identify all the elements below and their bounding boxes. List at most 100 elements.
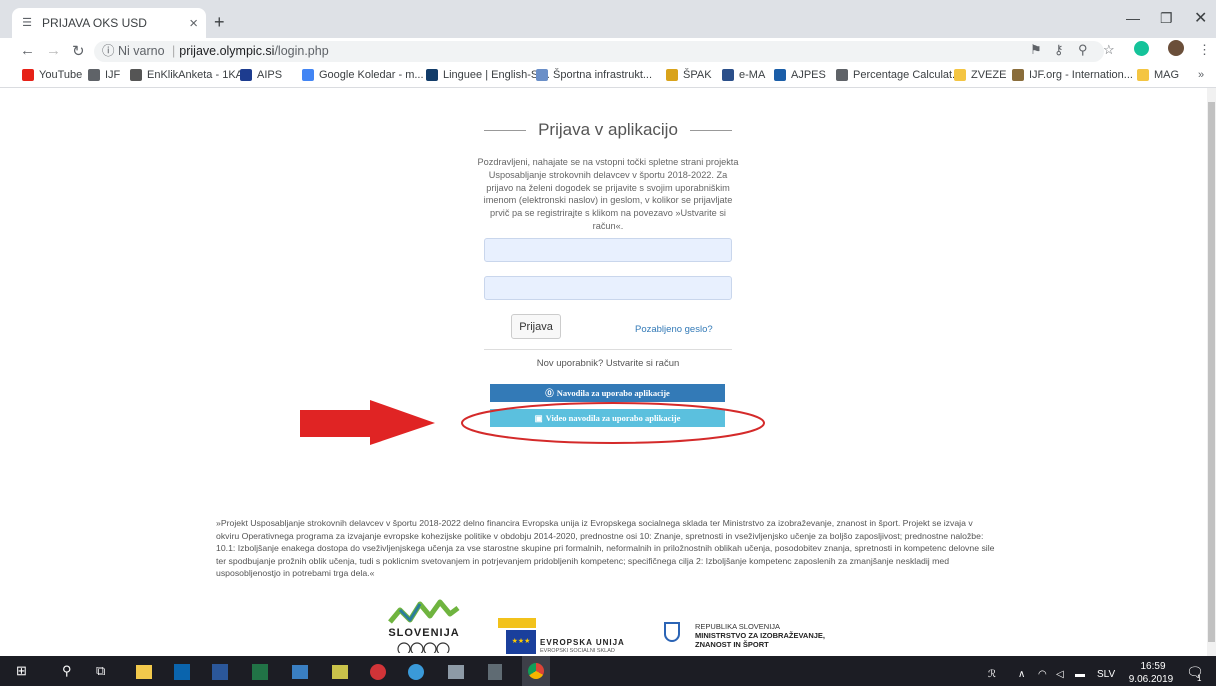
- bookmark-item[interactable]: YouTube: [22, 69, 82, 81]
- search-icon[interactable]: ⚲: [62, 663, 72, 679]
- grammarly-icon[interactable]: [1134, 41, 1149, 56]
- logo-slovenija: SLOVENIJA: [386, 596, 462, 653]
- bookmark-favicon-icon: [774, 69, 786, 81]
- red-arrow-annotation: [300, 400, 435, 445]
- back-icon[interactable]: ←: [20, 42, 35, 59]
- minimize-icon[interactable]: —: [1126, 10, 1140, 26]
- bookmark-item[interactable]: Športna infrastrukt...: [536, 69, 652, 81]
- bookmark-favicon-icon: [954, 69, 966, 81]
- reload-icon[interactable]: ↻: [72, 42, 85, 60]
- bookmark-label: IJF: [105, 69, 121, 81]
- url-path: /login.php: [274, 44, 329, 58]
- bookmark-item[interactable]: IJF: [88, 69, 120, 81]
- chrome-icon: [528, 663, 544, 679]
- bookmark-label: MAG: [1154, 69, 1180, 81]
- register-link[interactable]: Nov uporabnik? Ustvarite si račun: [484, 358, 732, 369]
- chrome-taskbar-button[interactable]: [522, 656, 550, 686]
- translate-icon[interactable]: ⚑: [1030, 42, 1042, 58]
- bookmark-favicon-icon: [836, 69, 848, 81]
- bookmark-item[interactable]: Linguee | English-Sl...: [426, 69, 550, 81]
- email-field[interactable]: [484, 238, 732, 262]
- logo-ministry: REPUBLIKA SLOVENIJA MINISTRSTVO ZA IZOBR…: [662, 620, 862, 656]
- bookmark-item[interactable]: IJF.org - Internation...: [1012, 69, 1133, 81]
- browser-blue-icon[interactable]: [408, 664, 424, 680]
- close-window-icon[interactable]: ✕: [1194, 8, 1207, 28]
- bookmark-item[interactable]: ZVEZE: [954, 69, 1006, 81]
- red-circle-annotation: [461, 402, 765, 444]
- annotation-overlay: [300, 400, 765, 445]
- footer-funding-text: »Projekt Usposabljanje strokovnih delavc…: [216, 518, 995, 579]
- bookmark-item[interactable]: Percentage Calculat...: [836, 69, 961, 81]
- outlook-icon[interactable]: [174, 664, 190, 680]
- ministry-line2: MINISTRSTVO ZA IZOBRAŽEVANJE,: [695, 631, 826, 640]
- forgot-password-link[interactable]: Pozabljeno geslo?: [635, 324, 713, 335]
- login-title-row: Prijava v aplikacijo: [484, 118, 732, 142]
- bookmark-star-icon[interactable]: ☆: [1103, 42, 1115, 58]
- eu-yellow-mark-icon: [498, 618, 536, 628]
- info-icon[interactable]: ⓘ: [102, 44, 115, 58]
- page-scrollbar[interactable]: [1207, 88, 1216, 656]
- bookmark-label: ŠPAK: [683, 69, 712, 81]
- people-icon[interactable]: ℛ: [988, 669, 996, 680]
- new-tab-icon[interactable]: +: [214, 12, 225, 33]
- clock-date[interactable]: 9.06.2019: [1126, 674, 1176, 685]
- bookmark-favicon-icon: [22, 69, 34, 81]
- login-button[interactable]: Prijava: [511, 314, 561, 339]
- task-view-icon[interactable]: ⧉: [96, 663, 105, 679]
- bookmark-item[interactable]: Google Koledar - m...: [302, 69, 424, 81]
- logo-slovenija-label: SLOVENIJA: [388, 627, 460, 639]
- bookmark-item[interactable]: MAG: [1137, 69, 1179, 81]
- menu-icon[interactable]: ⋮: [1198, 42, 1211, 58]
- ministry-line3: ZNANOST IN ŠPORT: [695, 640, 769, 649]
- bookmark-label: EnKlikAnketa - 1KA...: [147, 69, 253, 81]
- clock-time[interactable]: 16:59: [1136, 661, 1170, 672]
- calculator-icon[interactable]: [488, 664, 502, 680]
- bookmark-item[interactable]: ŠPAK: [666, 69, 712, 81]
- profile-avatar[interactable]: [1168, 40, 1184, 56]
- bookmark-label: Linguee | English-Sl...: [443, 69, 550, 81]
- tray-chevron-icon[interactable]: ∧: [1018, 669, 1025, 680]
- close-tab-icon[interactable]: ×: [189, 15, 198, 32]
- bookmark-item[interactable]: EnKlikAnketa - 1KA...: [130, 69, 252, 81]
- more-bookmarks-icon[interactable]: »: [1198, 69, 1204, 81]
- title-divider-right: [689, 129, 732, 131]
- ministry-line1: REPUBLIKA SLOVENIJA: [695, 622, 781, 631]
- bookmark-favicon-icon: [666, 69, 678, 81]
- forward-icon[interactable]: →: [46, 42, 61, 59]
- url-field[interactable]: ⓘ Ni varno | prijave.olympic.si/login.php: [94, 41, 1104, 62]
- bookmark-item[interactable]: AJPES: [774, 69, 826, 81]
- printer-icon[interactable]: [448, 665, 464, 679]
- word-icon[interactable]: [212, 664, 228, 680]
- app-icon[interactable]: [292, 665, 308, 679]
- logo-eu-subtitle: EVROPSKI SOCIALNI SKLAD: [540, 648, 615, 654]
- notes-icon[interactable]: [332, 665, 348, 679]
- browser-tab[interactable]: ☰ PRIJAVA OKS USD ×: [12, 8, 206, 38]
- title-divider-left: [484, 129, 527, 131]
- language-indicator[interactable]: SLV: [1097, 669, 1115, 680]
- bookmark-favicon-icon: [722, 69, 734, 81]
- bookmark-label: AIPS: [257, 69, 283, 81]
- volume-icon[interactable]: ◁: [1056, 669, 1064, 680]
- excel-icon[interactable]: [252, 664, 268, 680]
- bookmark-favicon-icon: [130, 69, 142, 81]
- bookmark-item[interactable]: e-MA: [722, 69, 765, 81]
- bookmark-label: Percentage Calculat...: [853, 69, 962, 81]
- url-separator: |: [172, 44, 176, 58]
- wifi-icon[interactable]: ◠: [1038, 669, 1047, 680]
- scrollbar-thumb[interactable]: [1208, 102, 1215, 642]
- maximize-icon[interactable]: ❐: [1160, 10, 1173, 27]
- password-field[interactable]: [484, 276, 732, 300]
- bookmark-label: e-MA: [739, 69, 766, 81]
- battery-icon[interactable]: ▬: [1075, 669, 1085, 680]
- zoom-icon[interactable]: ⚲: [1078, 42, 1088, 58]
- key-icon[interactable]: ⚷: [1054, 42, 1064, 58]
- bookmark-favicon-icon: [1137, 69, 1149, 81]
- file-explorer-icon[interactable]: [136, 665, 152, 679]
- bookmark-label: Google Koledar - m...: [319, 69, 424, 81]
- bookmark-favicon-icon: [1012, 69, 1024, 81]
- bookmark-item[interactable]: AIPS: [240, 69, 282, 81]
- windows-start-icon[interactable]: ⊞: [16, 663, 27, 679]
- app-red-icon[interactable]: [370, 664, 386, 680]
- page-title: Prijava v aplikacijo: [538, 120, 678, 139]
- tab-favicon-icon: ☰: [22, 17, 32, 29]
